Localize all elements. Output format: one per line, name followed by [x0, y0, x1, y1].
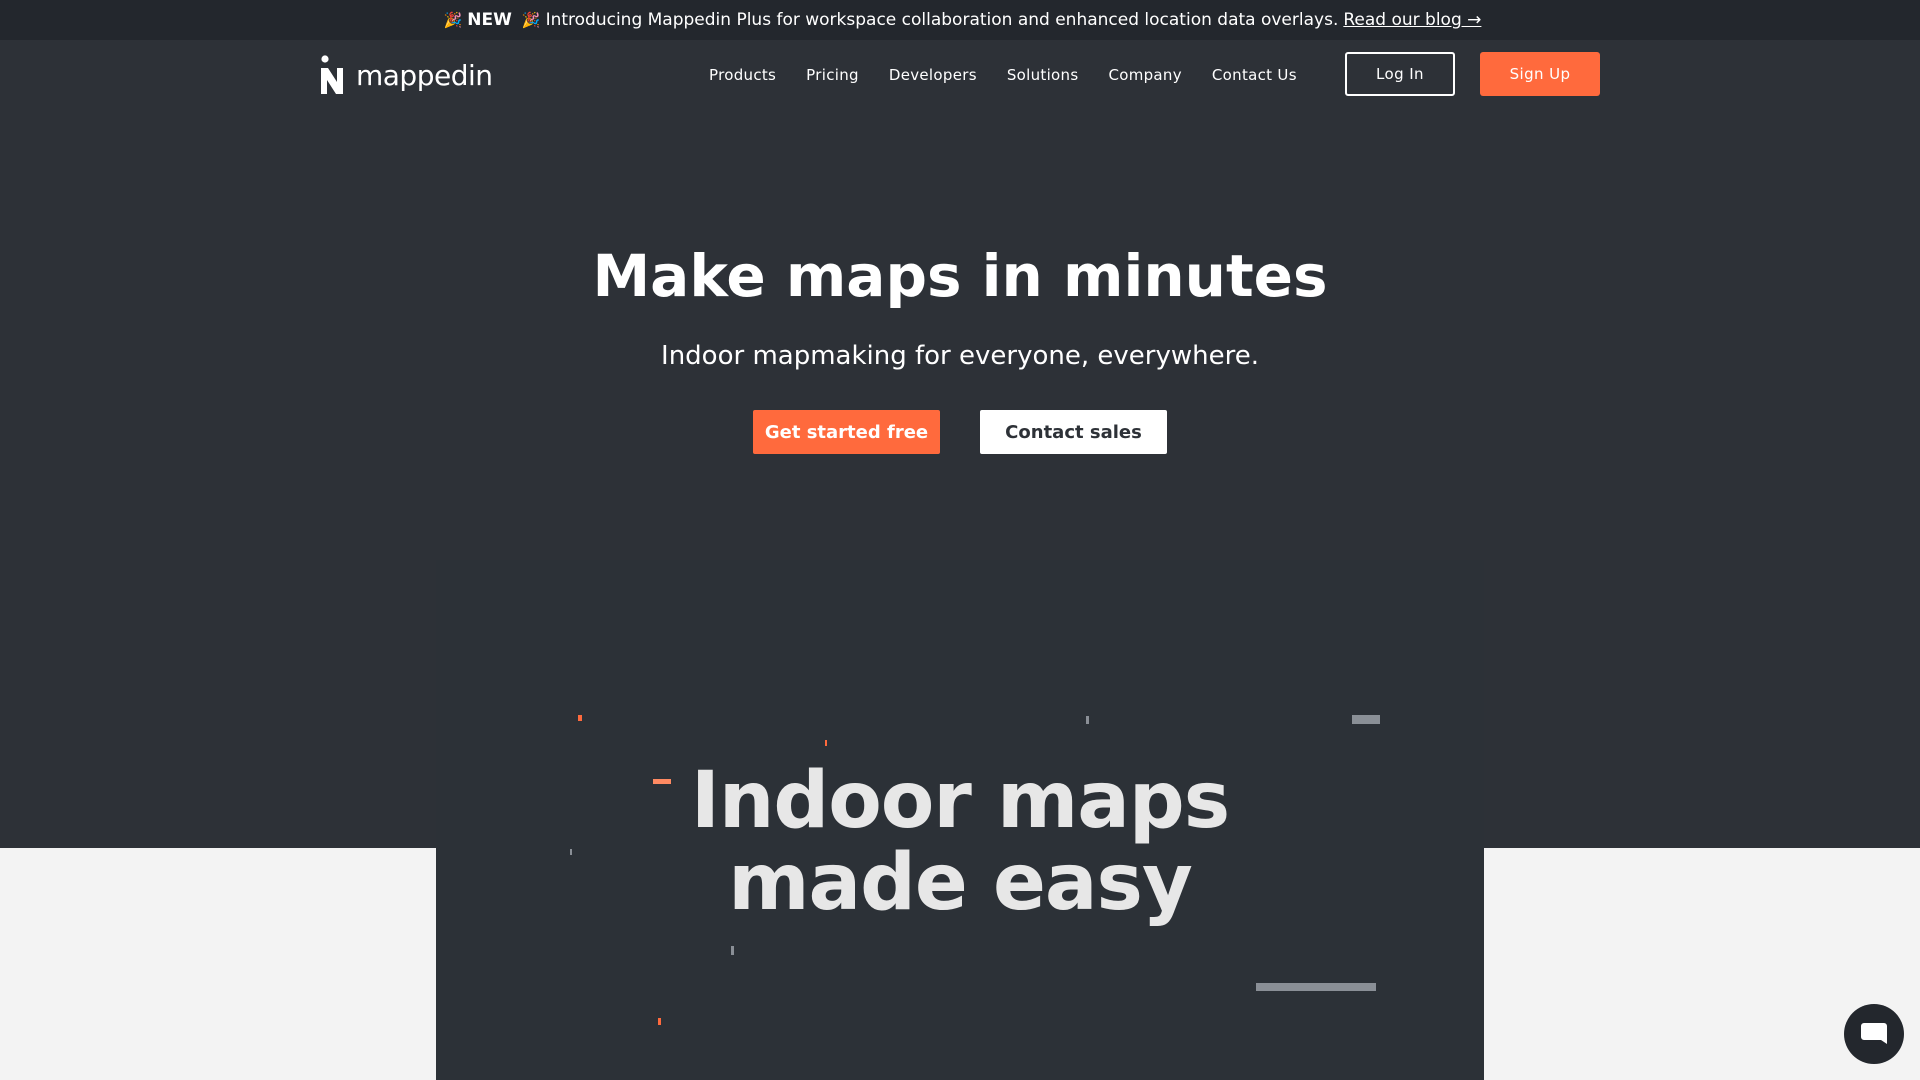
login-button[interactable]: Log In — [1345, 52, 1455, 96]
decor-particle — [1256, 983, 1376, 991]
decor-particle — [1352, 715, 1380, 724]
signup-button[interactable]: Sign Up — [1480, 52, 1600, 96]
read-blog-link[interactable]: Read our blog → — [1343, 10, 1481, 30]
announcement-badge: NEW — [467, 10, 512, 30]
hero-title: Make maps in minutes — [592, 242, 1328, 310]
logo-text: mappedin — [356, 58, 493, 92]
main-nav: Products Pricing Developers Solutions Co… — [709, 64, 1297, 86]
showcase-panel: Indoor maps made easy — [436, 560, 1484, 1080]
chat-launcher-button[interactable] — [1844, 1004, 1904, 1064]
logo[interactable]: mappedin — [320, 55, 493, 95]
decor-particle — [578, 715, 582, 721]
decor-particle — [658, 1018, 661, 1025]
nav-company[interactable]: Company — [1108, 66, 1181, 84]
announcement-text: Introducing Mappedin Plus for workspace … — [545, 10, 1339, 30]
announcement-bar: 🎉 NEW 🎉 Introducing Mappedin Plus for wo… — [0, 0, 1920, 40]
hero-subtitle: Indoor mapmaking for everyone, everywher… — [661, 341, 1259, 371]
decor-particle — [825, 740, 827, 746]
decor-particle — [731, 946, 734, 955]
party-popper-icon: 🎉 — [443, 11, 463, 29]
contact-sales-button[interactable]: Contact sales — [980, 410, 1167, 454]
nav-pricing[interactable]: Pricing — [806, 66, 859, 84]
party-popper-icon: 🎉 — [521, 11, 541, 29]
nav-developers[interactable]: Developers — [889, 66, 977, 84]
mappedin-logo-icon — [321, 55, 343, 94]
nav-solutions[interactable]: Solutions — [1007, 66, 1079, 84]
decor-particle — [1086, 716, 1089, 724]
chat-bubble-icon — [1861, 1023, 1887, 1044]
showcase-title-line2: made easy — [728, 838, 1193, 928]
showcase-title: Indoor maps made easy — [436, 760, 1484, 924]
showcase-title-line1: Indoor maps — [690, 756, 1230, 846]
nav-products[interactable]: Products — [709, 66, 776, 84]
get-started-button[interactable]: Get started free — [753, 410, 940, 454]
nav-contact-us[interactable]: Contact Us — [1212, 66, 1297, 84]
